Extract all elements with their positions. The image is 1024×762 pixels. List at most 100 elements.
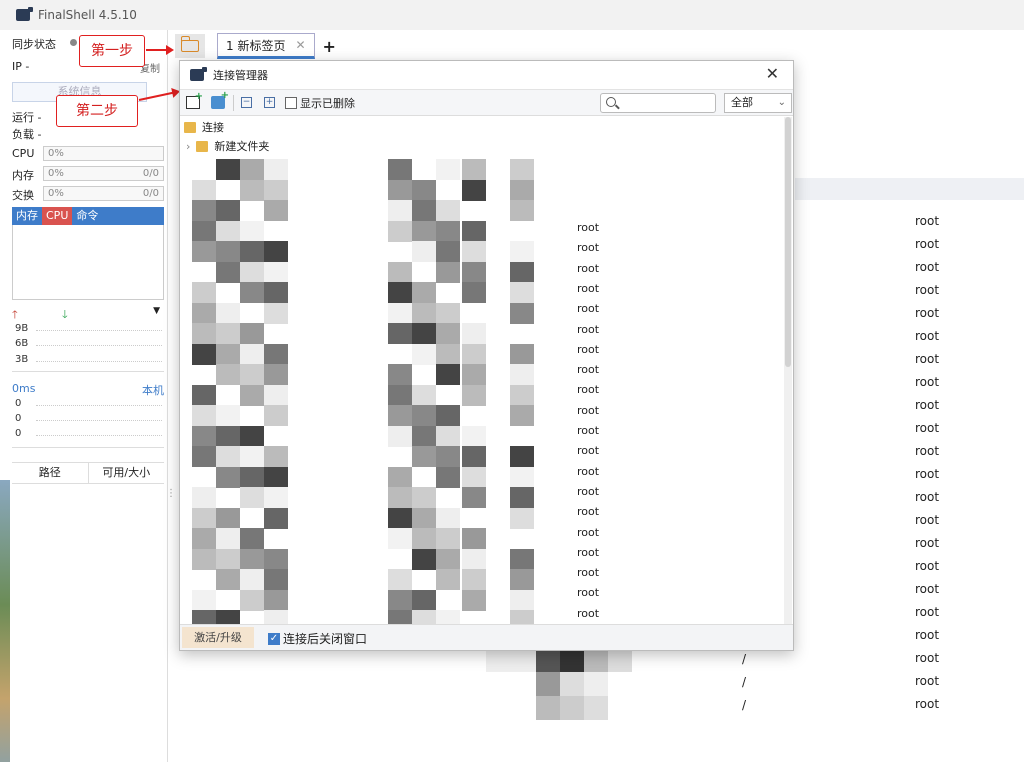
- connection-user-cell[interactable]: root: [577, 566, 599, 579]
- close-icon[interactable]: ✕: [766, 64, 779, 83]
- grid-line: [36, 361, 162, 362]
- connection-user-cell[interactable]: root: [577, 302, 599, 315]
- tree-root-folder[interactable]: 连接: [184, 119, 224, 135]
- scrollbar-thumb[interactable]: [785, 117, 791, 367]
- redacted-block: [240, 179, 264, 201]
- splitter-grip-icon[interactable]: ⋮: [166, 488, 176, 499]
- user-cell: root: [915, 536, 940, 550]
- redacted-block: [192, 302, 216, 324]
- cpu-value: 0%: [48, 148, 64, 159]
- redacted-block: [510, 384, 534, 406]
- connection-user-cell[interactable]: root: [577, 505, 599, 518]
- connection-user-cell[interactable]: root: [577, 607, 599, 620]
- redacted-block: [240, 589, 264, 611]
- redacted-block: [264, 610, 288, 625]
- chevron-right-icon[interactable]: ›: [186, 140, 190, 153]
- folder-open-icon: [180, 36, 199, 52]
- checkbox-checked-icon[interactable]: ✓: [268, 632, 280, 645]
- toolbar-separator: [233, 95, 234, 111]
- connection-user-cell[interactable]: root: [577, 282, 599, 295]
- close-after-connect-checkbox[interactable]: ✓ 连接后关闭窗口: [268, 630, 367, 647]
- interface-dropdown-icon[interactable]: ▼: [153, 306, 160, 316]
- redacted-block: [216, 425, 240, 447]
- vertical-scrollbar[interactable]: [784, 117, 792, 625]
- redacted-block: [388, 425, 412, 447]
- dialog-footer: 激活/升级 ✓ 连接后关闭窗口: [180, 624, 793, 650]
- redacted-block: [462, 159, 486, 180]
- redacted-block: [388, 528, 412, 549]
- redacted-block: [216, 569, 240, 590]
- connection-user-cell[interactable]: root: [577, 323, 599, 336]
- redacted-block: [264, 384, 288, 406]
- redacted-block: [388, 282, 412, 303]
- connection-user-cell[interactable]: root: [577, 546, 599, 559]
- show-deleted-checkbox[interactable]: 显示已删除: [285, 95, 355, 111]
- redacted-block: [192, 610, 216, 625]
- tab-new[interactable]: 1 新标签页 ✕: [217, 33, 315, 59]
- new-folder-icon[interactable]: [211, 90, 229, 109]
- grid-line: [36, 435, 162, 436]
- redacted-block: [388, 589, 412, 611]
- redacted-block: [510, 261, 534, 283]
- connection-user-cell[interactable]: root: [577, 444, 599, 457]
- user-cell: root: [915, 352, 940, 366]
- connection-user-cell[interactable]: root: [577, 424, 599, 437]
- redacted-block: [216, 302, 240, 324]
- open-connection-manager-button[interactable]: [175, 34, 205, 58]
- redacted-block: [264, 261, 288, 283]
- activate-upgrade-button[interactable]: 激活/升级: [182, 627, 254, 648]
- checkbox-icon[interactable]: [285, 97, 297, 109]
- redacted-block: [412, 487, 436, 508]
- redacted-block: [436, 528, 460, 549]
- add-tab-icon[interactable]: +: [323, 37, 336, 56]
- redacted-block: [192, 343, 216, 365]
- user-cell: root: [915, 237, 940, 251]
- path-cell: /: [742, 675, 747, 689]
- connection-user-cell[interactable]: root: [577, 485, 599, 498]
- connection-user-cell[interactable]: root: [577, 363, 599, 376]
- show-deleted-label: 显示已删除: [300, 97, 355, 110]
- connection-user-cell[interactable]: root: [577, 404, 599, 417]
- redacted-block: [412, 446, 436, 467]
- connection-user-cell[interactable]: root: [577, 383, 599, 396]
- redacted-block: [216, 343, 240, 365]
- process-list[interactable]: [12, 225, 164, 300]
- redacted-block: [510, 446, 534, 467]
- close-tab-icon[interactable]: ✕: [295, 38, 305, 52]
- connection-user-cell[interactable]: root: [577, 465, 599, 478]
- connection-user-cell[interactable]: root: [577, 526, 599, 539]
- disk-col-path[interactable]: 路径: [12, 463, 89, 483]
- app-logo-icon: [190, 67, 207, 81]
- redacted-block: [510, 282, 534, 303]
- disk-col-size[interactable]: 可用/大小: [89, 463, 165, 483]
- new-connection-icon[interactable]: [186, 91, 203, 109]
- redacted-block: [192, 589, 216, 611]
- redacted-block: [264, 282, 288, 303]
- redacted-block: [510, 466, 534, 488]
- user-cell: root: [915, 559, 940, 573]
- redacted-block: [240, 323, 264, 344]
- redacted-block: [436, 200, 460, 221]
- filter-select[interactable]: 全部 ⌄: [724, 93, 792, 113]
- tab-command[interactable]: 命令: [72, 207, 102, 225]
- tab-cpu[interactable]: CPU: [42, 207, 73, 225]
- user-cell: root: [915, 651, 940, 665]
- connection-tree[interactable]: 连接 › 新建文件夹 root root root root root root root r…: [180, 117, 786, 625]
- redacted-block: [436, 548, 460, 570]
- connection-user-cell[interactable]: root: [577, 586, 599, 599]
- connection-user-cell[interactable]: root: [577, 241, 599, 254]
- search-input[interactable]: [600, 93, 716, 113]
- close-after-label: 连接后关闭窗口: [283, 632, 368, 646]
- user-cell: root: [915, 467, 940, 481]
- expand-all-icon[interactable]: +: [264, 97, 275, 108]
- user-cell: root: [915, 697, 940, 711]
- connection-user-cell[interactable]: root: [577, 343, 599, 356]
- redacted-block: [240, 159, 264, 180]
- collapse-all-icon[interactable]: −: [241, 97, 252, 108]
- connection-user-cell[interactable]: root: [577, 262, 599, 275]
- tree-child-folder[interactable]: › 新建文件夹: [186, 138, 269, 154]
- redacted-block: [462, 589, 486, 611]
- sync-status-dot-icon: [70, 39, 77, 46]
- connection-user-cell[interactable]: root: [577, 221, 599, 234]
- tab-mem[interactable]: 内存: [12, 207, 42, 225]
